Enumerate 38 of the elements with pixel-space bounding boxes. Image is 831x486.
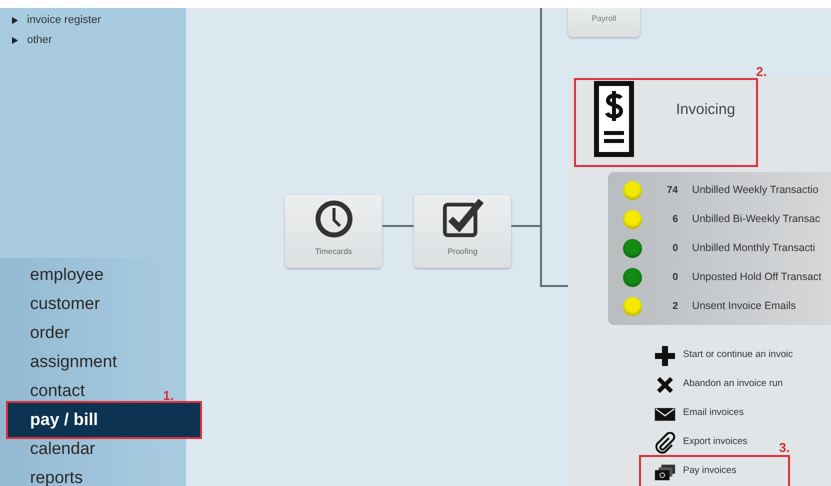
- tree-item[interactable]: invoice register: [12, 10, 186, 30]
- expand-icon[interactable]: [12, 36, 18, 44]
- action-link[interactable]: Export invoices: [654, 428, 748, 457]
- clock-icon: [314, 199, 354, 239]
- status-label[interactable]: Unsent Invoice Emails: [692, 298, 796, 314]
- payroll-button[interactable]: Payroll: [568, 8, 640, 37]
- nav-item[interactable]: calendar: [0, 434, 96, 463]
- annotation-label: 1.: [163, 389, 174, 402]
- workflow-step-button[interactable]: Timecards: [285, 195, 382, 268]
- action-link[interactable]: Abandon an invoice run: [654, 370, 783, 399]
- status-label[interactable]: Unposted Hold Off Transact: [692, 270, 822, 286]
- nav-item[interactable]: pay / bill: [8, 403, 200, 437]
- nav-item[interactable]: contact: [0, 376, 85, 405]
- action-link[interactable]: Email invoices: [654, 399, 744, 428]
- status-count: 6: [671, 213, 678, 227]
- paperclip-icon: [654, 432, 676, 454]
- nav-item[interactable]: assignment: [0, 347, 117, 376]
- panel-title: Invoicing: [676, 100, 736, 120]
- annotation-label: 3.: [779, 441, 790, 454]
- tree-item[interactable]: other: [12, 30, 186, 50]
- status-label[interactable]: Unbilled Monthly Transacti: [692, 240, 816, 256]
- status-label[interactable]: Unbilled Weekly Transactio: [692, 182, 818, 198]
- status-label[interactable]: Unbilled Bi-Weekly Transac: [692, 212, 820, 228]
- annotation-label: 2.: [756, 65, 767, 78]
- checkbox-check-icon: [442, 197, 484, 239]
- dollar-document-icon: [594, 81, 634, 157]
- workflow-step-button[interactable]: Proofing: [414, 195, 511, 268]
- nav-item[interactable]: employee: [0, 260, 104, 289]
- nav-item[interactable]: customer: [0, 289, 100, 318]
- plus-icon: [654, 344, 676, 366]
- status-count: 0: [671, 271, 678, 285]
- action-link[interactable]: Start or continue an invoic: [654, 341, 793, 370]
- status-count: 74: [666, 184, 678, 198]
- nav-item[interactable]: order: [0, 318, 70, 347]
- status-count: 0: [671, 242, 678, 256]
- expand-icon[interactable]: [12, 16, 18, 24]
- status-count: 2: [671, 300, 678, 314]
- action-link[interactable]: Pay invoices: [641, 457, 788, 486]
